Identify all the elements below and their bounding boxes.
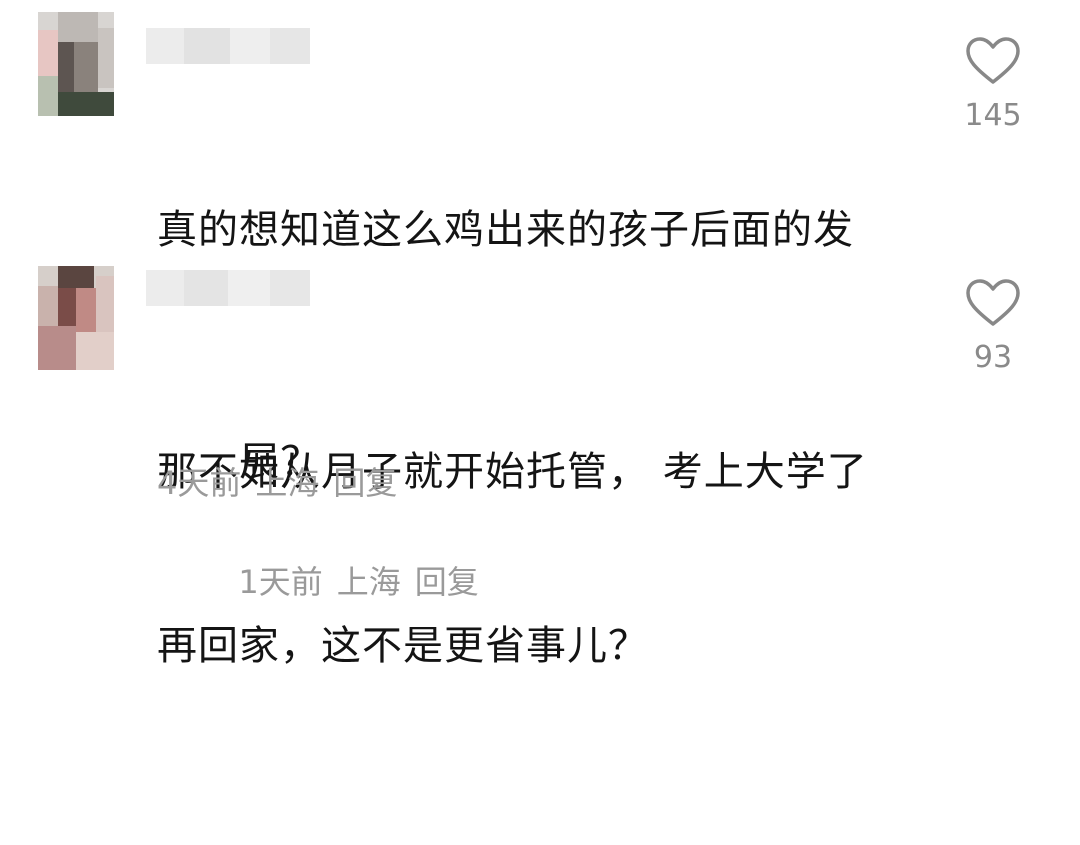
comment-meta: 4天前 上海 回复 [157,458,411,504]
comment-location: 上海 [255,464,320,502]
comment-text-line: 再回家，这不是更省事儿？ [157,623,649,669]
reply-button[interactable]: 回复 [333,464,397,502]
heart-outline-icon [966,279,1020,326]
heart-outline-icon [966,37,1020,84]
avatar[interactable] [38,266,114,370]
like-count: 145 [964,98,1022,133]
like-button[interactable]: 93 [950,278,1036,375]
comment-text: 那不如从月子就开始托管， 考上大学了 再回家，这不是更省事儿？ [157,327,897,791]
comment-text-line: 真的想知道这么鸡出来的孩子后面的发 [157,207,854,253]
avatar[interactable] [38,12,114,116]
like-count: 93 [973,340,1013,375]
username-blurred[interactable] [146,270,310,306]
comment-time: 4天前 [157,464,242,502]
like-button[interactable]: 145 [950,36,1036,133]
username-blurred[interactable] [146,28,310,64]
